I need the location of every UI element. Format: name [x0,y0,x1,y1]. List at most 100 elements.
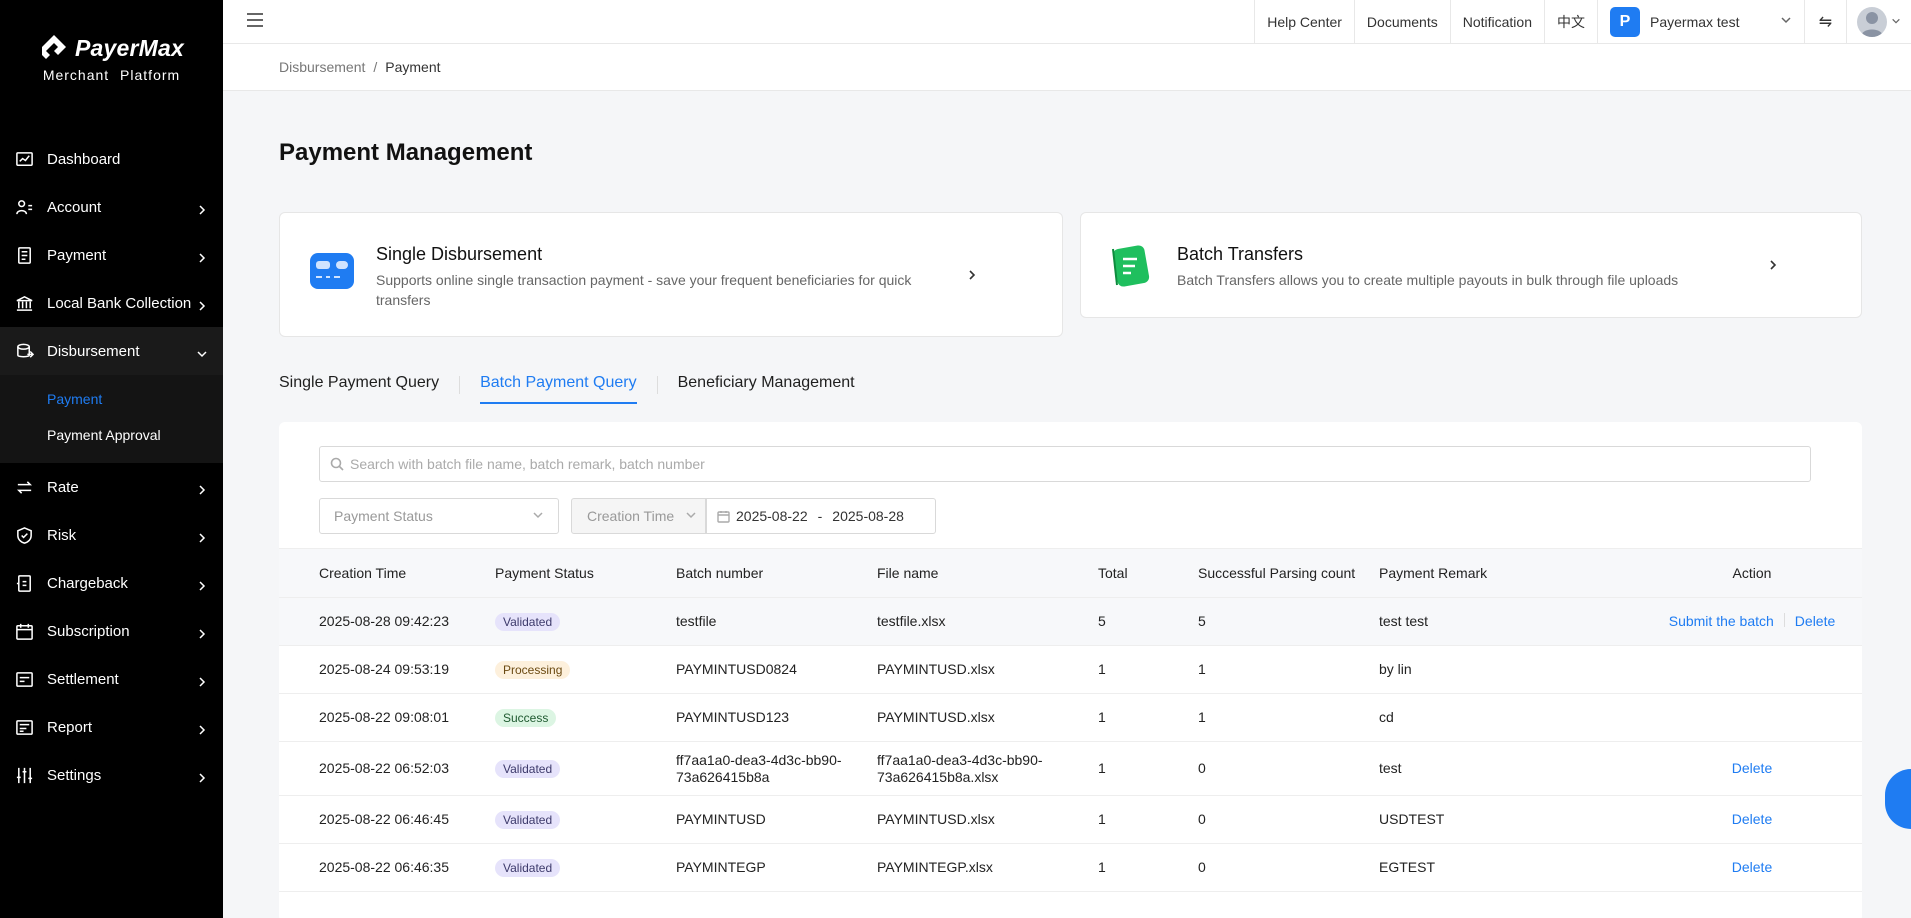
breadcrumb-separator: / [373,59,378,75]
col-parsing-count: Successful Parsing count [1198,564,1356,581]
chevron-right-icon [197,578,207,591]
delete-button[interactable]: Delete [1732,811,1772,828]
chevron-right-icon [197,722,207,735]
switch-account-icon[interactable]: ⇋ [1804,0,1846,44]
single-disbursement-desc: Supports online single transaction payme… [376,272,912,308]
cell-batch: PAYMINTUSD [676,811,766,827]
brand-logo[interactable]: PayerMax Merchant Platform [0,0,223,110]
account-selector[interactable]: P Payermax test [1597,0,1804,44]
single-disbursement-title: Single Disbursement [376,244,543,264]
cell-file: PAYMINTUSD.xlsx [877,661,995,677]
sidebar-item-settlement[interactable]: Settlement [0,655,223,703]
user-menu[interactable] [1846,0,1911,44]
cell-remark: EGTEST [1379,859,1436,875]
sidebar-item-rate[interactable]: Rate [0,463,223,511]
cell-file: ff7aa1a0-dea3-4d3c-bb90-73a626415b8a.xls… [877,751,1043,785]
sidebar-item-payment[interactable]: Payment [0,231,223,279]
card-payment-icon [310,253,354,289]
cell-remark: cd [1379,709,1394,725]
col-payment-status: Payment Status [495,564,594,581]
col-action: Action [1732,564,1772,581]
table-row[interactable]: 2025-08-22 09:08:01 Success PAYMINTUSD12… [279,694,1862,742]
notification-link[interactable]: Notification [1449,0,1544,44]
cell-status: Validated [495,612,676,631]
documents-link[interactable]: Documents [1353,0,1450,44]
dashboard-icon [14,149,34,169]
sidebar-item-disbursement[interactable]: Disbursement [0,327,223,375]
col-file-name: File name [877,564,939,581]
sidebar-item-account[interactable]: Account [0,183,223,231]
cell-actions: Delete [1642,811,1862,828]
sidebar-item-chargeback[interactable]: Chargeback [0,559,223,607]
delete-button[interactable]: Delete [1795,613,1835,630]
sidebar-item-settings[interactable]: Settings [0,751,223,799]
cell-file: testfile.xlsx [877,613,946,629]
sidebar-item-report[interactable]: Report [0,703,223,751]
table-row[interactable]: 2025-08-22 06:52:03 Validated ff7aa1a0-d… [279,742,1862,796]
sidebar-subitem-payment[interactable]: Payment [0,381,223,417]
cell-batch: testfile [676,613,717,629]
sidebar-item-label: Account [47,198,102,216]
chevron-down-icon [1780,13,1792,31]
sidebar-item-label: Rate [47,478,79,496]
chevron-right-icon [197,770,207,783]
cell-actions: Delete [1642,859,1862,876]
cell-status: Success [495,708,676,727]
sidebar-item-label: Settlement [47,670,119,688]
cell-status: Validated [495,858,676,877]
batch-transfers-card[interactable]: Batch Transfers Batch Transfers allows y… [1080,212,1862,318]
date-from: 2025-08-22 [736,508,808,524]
date-range-picker[interactable]: 2025-08-22 - 2025-08-28 [706,498,936,534]
calendar-icon [717,510,730,523]
status-badge: Processing [495,660,571,679]
cell-time: 2025-08-24 09:53:19 [319,661,449,677]
chevron-right-icon [197,530,207,543]
chargeback-icon [14,573,34,593]
batch-transfers-desc: Batch Transfers allows you to create mul… [1177,272,1679,288]
cell-time: 2025-08-22 06:52:03 [319,760,449,776]
action-divider [1783,613,1785,627]
cell-batch: PAYMINTEGP [676,859,766,875]
chevron-down-icon [197,346,207,358]
tab-batch-payment-query[interactable]: Batch Payment Query [480,374,637,404]
cell-status: Validated [495,810,676,829]
chevron-down-icon [685,508,697,524]
delete-button[interactable]: Delete [1732,859,1772,876]
tab-single-payment-query[interactable]: Single Payment Query [279,374,439,402]
exchange-icon [14,477,34,497]
batch-table: Creation Time Payment Status Batch numbe… [279,548,1862,892]
col-payment-remark: Payment Remark [1379,564,1488,581]
table-row[interactable]: 2025-08-24 09:53:19 Processing PAYMINTUS… [279,646,1862,694]
table-row[interactable]: 2025-08-22 06:46:35 Validated PAYMINTEGP… [279,844,1862,892]
menu-toggle-icon[interactable] [245,10,269,34]
disbursement-icon [14,341,34,361]
table-row[interactable]: 2025-08-28 09:42:23 Validated testfile t… [279,598,1862,646]
payermax-logo-icon [41,35,66,59]
sidebar-item-local-bank-collection[interactable]: Local Bank Collection [0,279,223,327]
sidebar-item-risk[interactable]: Risk [0,511,223,559]
col-batch-number: Batch number [676,564,764,581]
time-type-select[interactable]: Creation Time [571,498,706,534]
breadcrumb-disbursement[interactable]: Disbursement [279,59,365,75]
help-center-link[interactable]: Help Center [1254,0,1354,44]
status-badge: Validated [495,858,561,877]
payment-status-select[interactable]: Payment Status [319,498,559,534]
cell-parsed: 0 [1198,811,1206,827]
delete-button[interactable]: Delete [1732,760,1772,777]
submit-batch-button[interactable]: Submit the batch [1669,613,1774,630]
sidebar-item-subscription[interactable]: Subscription [0,607,223,655]
main-content: Payment Management Single Disbursement S… [223,91,1911,918]
single-disbursement-card[interactable]: Single Disbursement Supports online sing… [279,212,1063,337]
breadcrumb: Disbursement / Payment [223,44,1911,91]
tab-beneficiary-management[interactable]: Beneficiary Management [678,374,855,402]
search-box[interactable] [319,446,1811,482]
payment-icon [14,245,34,265]
query-tabs: Single Payment Query Batch Payment Query… [279,374,855,410]
language-switch[interactable]: 中文 [1544,0,1597,44]
table-row[interactable]: 2025-08-22 06:46:45 Validated PAYMINTUSD… [279,796,1862,844]
sidebar-item-dashboard[interactable]: Dashboard [0,135,223,183]
search-input[interactable] [350,456,1750,472]
cell-file: PAYMINTEGP.xlsx [877,859,993,875]
sidebar-nav: Dashboard Account Payment Local Bank Col… [0,135,223,799]
sidebar-subitem-payment-approval[interactable]: Payment Approval [0,417,223,453]
